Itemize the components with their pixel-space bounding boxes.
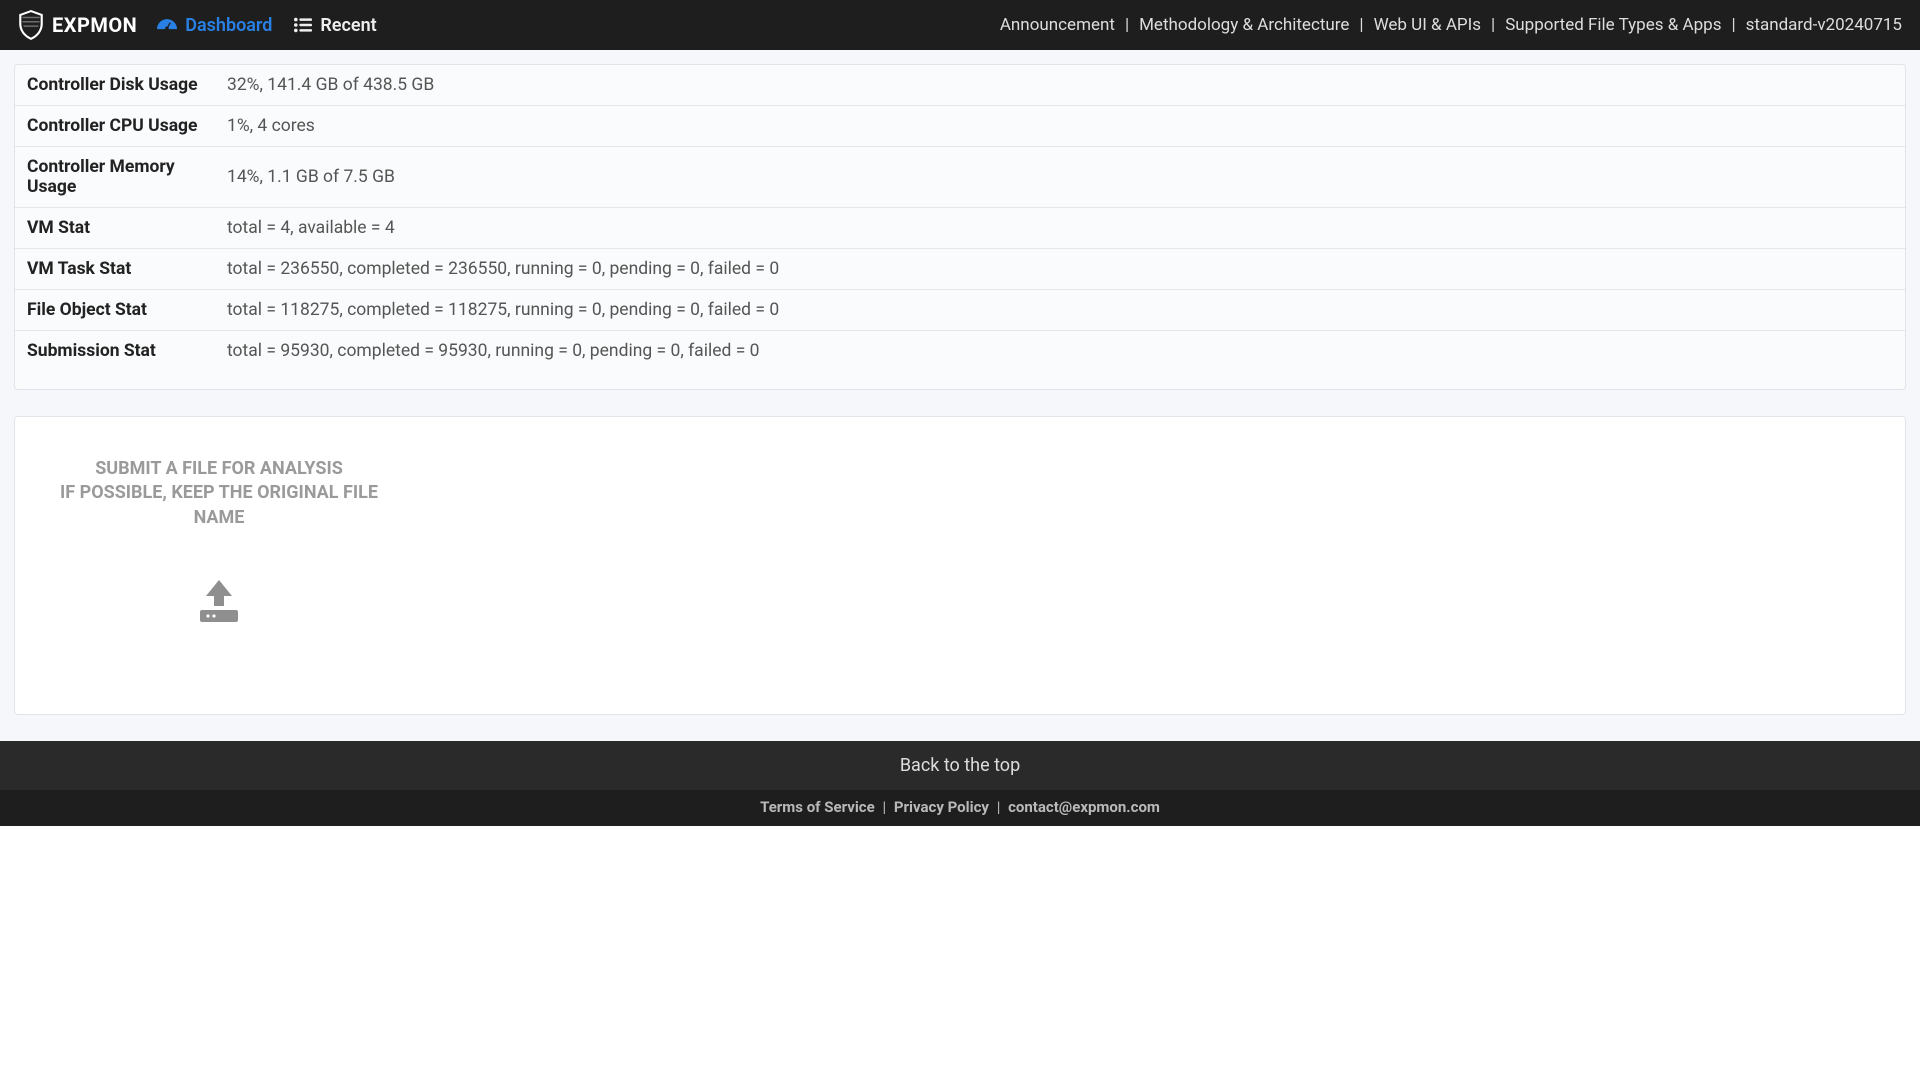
list-icon: [294, 17, 312, 33]
nav-left: Dashboard Recent: [157, 15, 376, 36]
stats-value: total = 118275, completed = 118275, runn…: [215, 290, 1905, 331]
stats-row: Controller CPU Usage1%, 4 cores: [15, 106, 1905, 147]
nav-link-announcement[interactable]: Announcement: [1000, 15, 1115, 35]
nav-recent-label: Recent: [320, 15, 376, 36]
stats-value: total = 236550, completed = 236550, runn…: [215, 249, 1905, 290]
stats-row: Controller Disk Usage32%, 141.4 GB of 43…: [15, 65, 1905, 106]
nav-sep: |: [1731, 15, 1735, 35]
stats-value: total = 95930, completed = 95930, runnin…: [215, 331, 1905, 372]
stats-value: 1%, 4 cores: [215, 106, 1905, 147]
stats-label: File Object Stat: [15, 290, 215, 331]
footer-bottom: Terms of Service | Privacy Policy | cont…: [0, 790, 1920, 826]
footer-top: Back to the top: [0, 741, 1920, 790]
upload-dropzone[interactable]: SUBMIT A FILE FOR ANALYSIS IF POSSIBLE, …: [39, 457, 399, 624]
stats-label: Submission Stat: [15, 331, 215, 372]
stats-value: total = 4, available = 4: [215, 208, 1905, 249]
contact-link[interactable]: contact@expmon.com: [1008, 798, 1160, 816]
upload-line1: SUBMIT A FILE FOR ANALYSIS: [95, 458, 343, 479]
brand[interactable]: EXPMON: [18, 10, 137, 40]
nav-sep: |: [1359, 15, 1363, 35]
terms-link[interactable]: Terms of Service: [760, 798, 875, 816]
stats-row: VM Task Stattotal = 236550, completed = …: [15, 249, 1905, 290]
stats-row: VM Stattotal = 4, available = 4: [15, 208, 1905, 249]
upload-card[interactable]: SUBMIT A FILE FOR ANALYSIS IF POSSIBLE, …: [14, 416, 1906, 715]
stats-value: 32%, 141.4 GB of 438.5 GB: [215, 65, 1905, 106]
footer-sep: |: [997, 798, 1001, 816]
nav-link-filetypes[interactable]: Supported File Types & Apps: [1505, 15, 1721, 35]
stats-label: Controller Memory Usage: [15, 147, 215, 208]
stats-label: Controller Disk Usage: [15, 65, 215, 106]
brand-name: EXPMON: [52, 13, 137, 37]
stats-row: Controller Memory Usage14%, 1.1 GB of 7.…: [15, 147, 1905, 208]
nav-sep: |: [1125, 15, 1129, 35]
nav-right: Announcement | Methodology & Architectur…: [1000, 15, 1902, 35]
stats-card: Controller Disk Usage32%, 141.4 GB of 43…: [14, 64, 1906, 390]
nav-sep: |: [1491, 15, 1495, 35]
stats-label: VM Task Stat: [15, 249, 215, 290]
stats-table: Controller Disk Usage32%, 141.4 GB of 43…: [15, 65, 1905, 371]
stats-label: Controller CPU Usage: [15, 106, 215, 147]
nav-link-methodology[interactable]: Methodology & Architecture: [1139, 15, 1349, 35]
upload-icon: [39, 578, 399, 624]
footer-sep: |: [882, 798, 886, 816]
tachometer-icon: [157, 17, 177, 33]
shield-icon: [18, 10, 44, 40]
stats-row: File Object Stattotal = 118275, complete…: [15, 290, 1905, 331]
stats-label: VM Stat: [15, 208, 215, 249]
nav-dashboard[interactable]: Dashboard: [157, 15, 272, 36]
stats-row: Submission Stattotal = 95930, completed …: [15, 331, 1905, 372]
nav-link-webui[interactable]: Web UI & APIs: [1374, 15, 1481, 35]
nav-recent[interactable]: Recent: [294, 15, 376, 36]
navbar: EXPMON Dashboard Recent: [0, 0, 1920, 50]
nav-link-version[interactable]: standard-v20240715: [1746, 15, 1902, 35]
upload-line2: IF POSSIBLE, KEEP THE ORIGINAL FILE NAME: [39, 481, 399, 530]
stats-value: 14%, 1.1 GB of 7.5 GB: [215, 147, 1905, 208]
privacy-link[interactable]: Privacy Policy: [894, 798, 989, 816]
page: Controller Disk Usage32%, 141.4 GB of 43…: [0, 50, 1920, 741]
nav-dashboard-label: Dashboard: [185, 15, 272, 36]
back-to-top-link[interactable]: Back to the top: [900, 755, 1020, 776]
